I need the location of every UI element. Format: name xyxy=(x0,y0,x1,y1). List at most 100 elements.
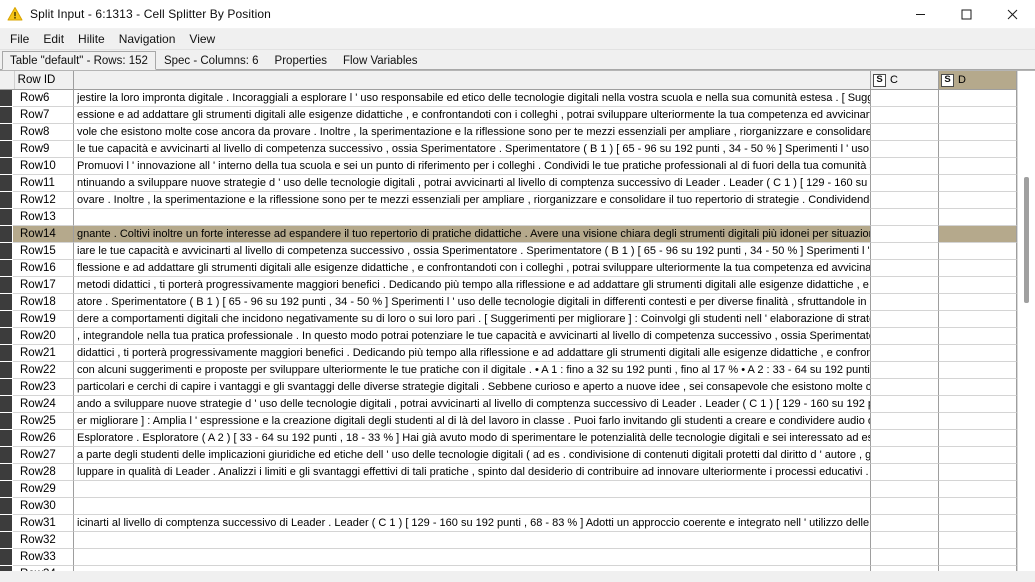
cell-c[interactable] xyxy=(871,243,939,260)
tab-flow-variables[interactable]: Flow Variables xyxy=(335,51,426,70)
cell-c[interactable] xyxy=(871,481,939,498)
cell-d[interactable] xyxy=(939,124,1017,141)
cell-d[interactable] xyxy=(939,447,1017,464)
cell-c[interactable] xyxy=(871,277,939,294)
table-row[interactable]: flessione e ad addattare gli strumenti d… xyxy=(74,260,871,277)
cell-d[interactable] xyxy=(939,90,1017,107)
vertical-scrollbar-thumb[interactable] xyxy=(1024,177,1029,303)
table-row-header[interactable]: Row13 xyxy=(0,208,74,226)
cell-c[interactable] xyxy=(871,175,939,192)
cell-c[interactable] xyxy=(871,226,939,243)
cell-c[interactable] xyxy=(871,209,939,226)
table-row-header[interactable]: Row15 xyxy=(0,242,74,260)
table-row-header[interactable]: Row28 xyxy=(0,463,74,481)
cell-d[interactable] xyxy=(939,243,1017,260)
table-row[interactable]: gnante . Coltivi inoltre un forte intere… xyxy=(74,226,871,243)
cell-d[interactable] xyxy=(939,175,1017,192)
table-row-header[interactable]: Row14 xyxy=(0,225,74,243)
cell-d[interactable] xyxy=(939,498,1017,515)
table-row[interactable]: ntinuando a sviluppare nuove strategie d… xyxy=(74,175,871,192)
table-row-header[interactable]: Row6 xyxy=(0,89,74,107)
column-header-c[interactable]: S C xyxy=(871,71,939,90)
table-row-header[interactable]: Row22 xyxy=(0,361,74,379)
cell-d[interactable] xyxy=(939,464,1017,481)
menu-item-edit[interactable]: Edit xyxy=(36,30,71,49)
cell-c[interactable] xyxy=(871,362,939,379)
cell-c[interactable] xyxy=(871,141,939,158)
table-row[interactable]: vole che esistono molte cose ancora da p… xyxy=(74,124,871,141)
table-row-header[interactable]: Row31 xyxy=(0,514,74,532)
vertical-scrollbar[interactable] xyxy=(1017,71,1035,582)
cell-d[interactable] xyxy=(939,192,1017,209)
table-row-header[interactable]: Row26 xyxy=(0,429,74,447)
table-row[interactable]: didattici , ti porterà progressivamente … xyxy=(74,345,871,362)
cell-d[interactable] xyxy=(939,294,1017,311)
cell-c[interactable] xyxy=(871,532,939,549)
table-row-header[interactable]: Row12 xyxy=(0,191,74,209)
table-row[interactable]: essione e ad addattare gli strumenti dig… xyxy=(74,107,871,124)
cell-c[interactable] xyxy=(871,345,939,362)
close-button[interactable] xyxy=(989,0,1035,29)
table-row-header[interactable]: Row23 xyxy=(0,378,74,396)
cell-c[interactable] xyxy=(871,192,939,209)
cell-d[interactable] xyxy=(939,328,1017,345)
table-row[interactable]: particolari e cerchi di capire i vantagg… xyxy=(74,379,871,396)
table-row[interactable]: , integrandole nella tua pratica profess… xyxy=(74,328,871,345)
table-row[interactable]: Promuovi l ' innovazione all ' interno d… xyxy=(74,158,871,175)
table-row[interactable] xyxy=(74,549,871,566)
tab-properties[interactable]: Properties xyxy=(267,51,335,70)
table-row[interactable]: ando a sviluppare nuove strategie d ' us… xyxy=(74,396,871,413)
table-row-header[interactable]: Row24 xyxy=(0,395,74,413)
table-row[interactable] xyxy=(74,209,871,226)
table-row[interactable]: jestire la loro impronta digitale . Inco… xyxy=(74,90,871,107)
table-row[interactable] xyxy=(74,532,871,549)
cell-d[interactable] xyxy=(939,345,1017,362)
cell-c[interactable] xyxy=(871,90,939,107)
table-row[interactable]: er migliorare ] : Amplia l ' espressione… xyxy=(74,413,871,430)
cell-d[interactable] xyxy=(939,209,1017,226)
cell-d[interactable] xyxy=(939,413,1017,430)
cell-c[interactable] xyxy=(871,464,939,481)
minimize-button[interactable] xyxy=(897,0,943,29)
cell-c[interactable] xyxy=(871,124,939,141)
table-row[interactable]: a parte degli studenti delle implicazion… xyxy=(74,447,871,464)
table-row-header[interactable]: Row27 xyxy=(0,446,74,464)
table-row-header[interactable]: Row19 xyxy=(0,310,74,328)
table-row[interactable] xyxy=(74,481,871,498)
cell-c[interactable] xyxy=(871,294,939,311)
maximize-button[interactable] xyxy=(943,0,989,29)
table-row-header[interactable]: Row33 xyxy=(0,548,74,566)
cell-c[interactable] xyxy=(871,413,939,430)
table-row-header[interactable]: Row8 xyxy=(0,123,74,141)
cell-d[interactable] xyxy=(939,379,1017,396)
cell-d[interactable] xyxy=(939,107,1017,124)
table-row[interactable]: ovare . Inoltre , la sperimentazione e l… xyxy=(74,192,871,209)
cell-d[interactable] xyxy=(939,311,1017,328)
menu-item-hilite[interactable]: Hilite xyxy=(71,30,112,49)
cell-d[interactable] xyxy=(939,362,1017,379)
table-row-header[interactable]: Row10 xyxy=(0,157,74,175)
table-row-header[interactable]: Row18 xyxy=(0,293,74,311)
tab-table-default[interactable]: Table "default" - Rows: 152 xyxy=(2,51,156,70)
table-row-header[interactable]: Row11 xyxy=(0,174,74,192)
table-row[interactable]: dere a comportamenti digitali che incido… xyxy=(74,311,871,328)
cell-c[interactable] xyxy=(871,549,939,566)
table-row[interactable]: icinarti al livello di comptenza success… xyxy=(74,515,871,532)
cell-d[interactable] xyxy=(939,277,1017,294)
table-row-header[interactable]: Row9 xyxy=(0,140,74,158)
cell-c[interactable] xyxy=(871,107,939,124)
table-row-header[interactable]: Row21 xyxy=(0,344,74,362)
table-row-header[interactable]: Row25 xyxy=(0,412,74,430)
table-row-header[interactable]: Row30 xyxy=(0,497,74,515)
cell-d[interactable] xyxy=(939,481,1017,498)
cell-c[interactable] xyxy=(871,379,939,396)
cell-c[interactable] xyxy=(871,311,939,328)
cell-d[interactable] xyxy=(939,226,1017,243)
menu-item-view[interactable]: View xyxy=(182,30,222,49)
cell-d[interactable] xyxy=(939,158,1017,175)
cell-d[interactable] xyxy=(939,430,1017,447)
table-row[interactable]: atore . Sperimentatore ( B 1 ) [ 65 - 96… xyxy=(74,294,871,311)
column-header-main[interactable] xyxy=(74,71,871,90)
table-row[interactable]: iare le tue capacità e avvicinarti al li… xyxy=(74,243,871,260)
cell-d[interactable] xyxy=(939,260,1017,277)
